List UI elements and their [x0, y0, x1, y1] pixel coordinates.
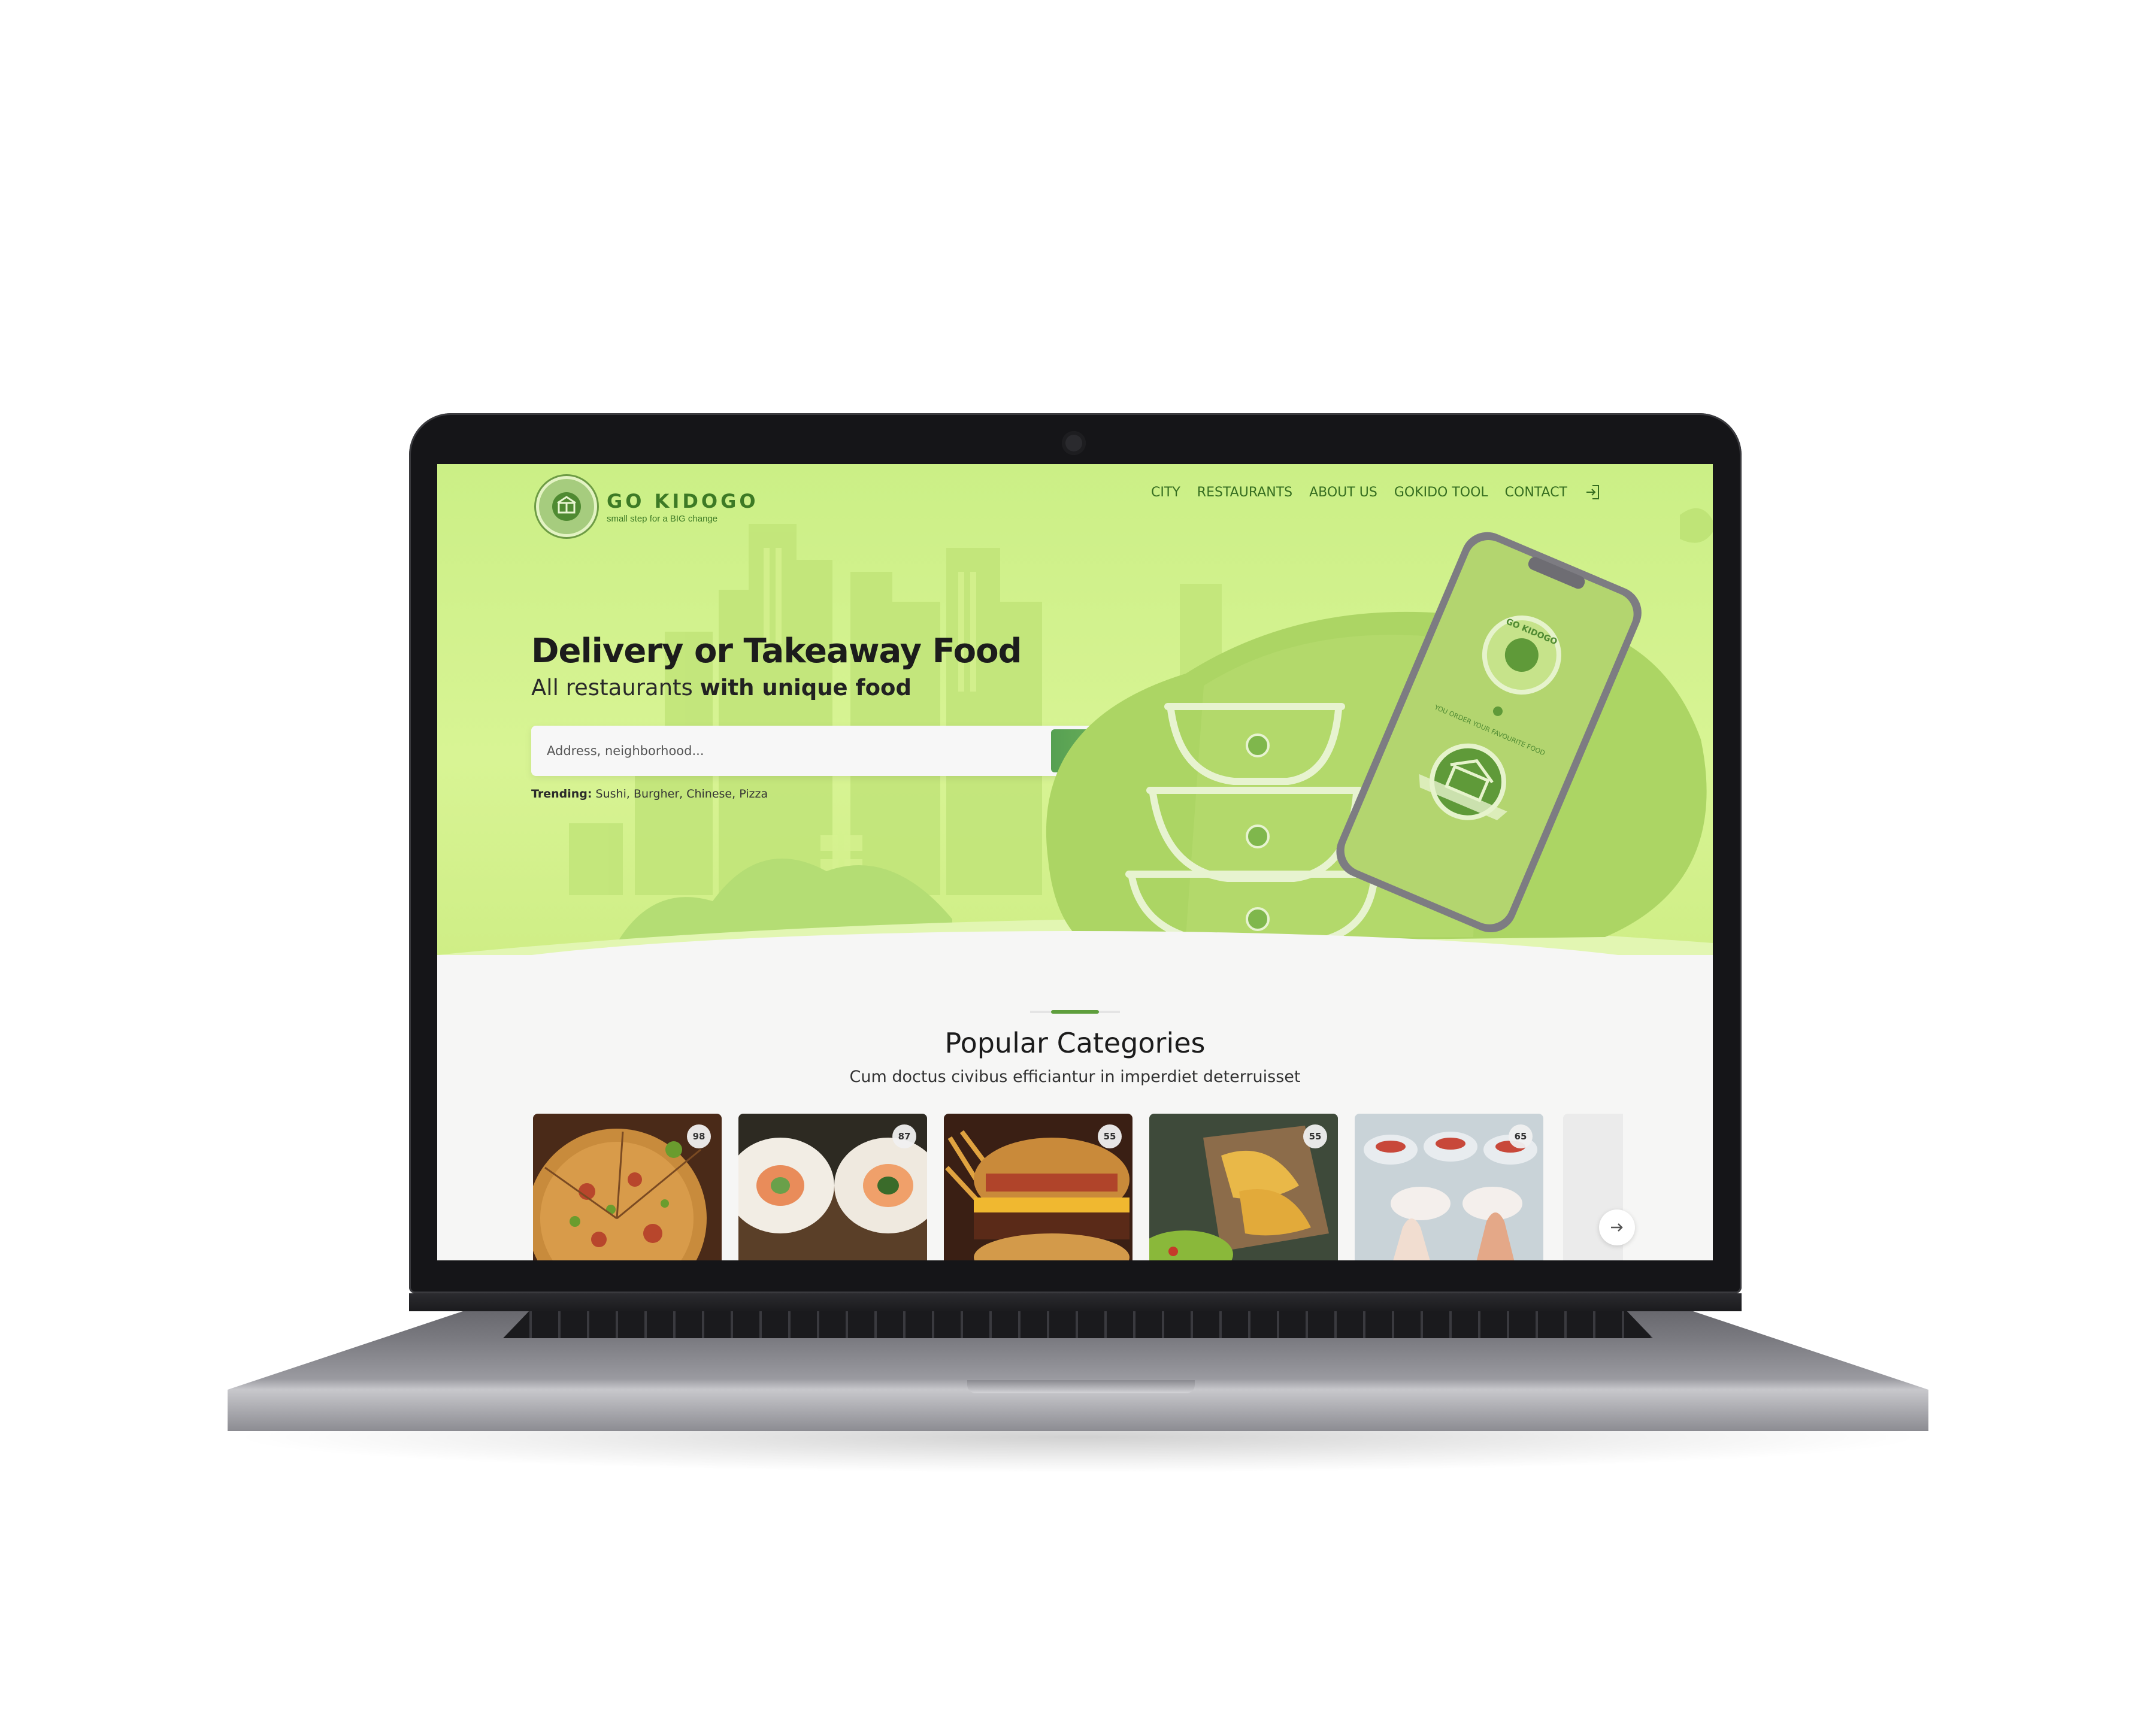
trending-link-sushi[interactable]: Sushi, — [596, 787, 630, 801]
laptop-notch — [967, 1380, 1195, 1393]
category-count-badge: 55 — [1098, 1124, 1122, 1148]
category-card-desserts[interactable]: 65 — [1355, 1114, 1543, 1260]
brand-tagline: small step for a BIG change — [607, 513, 718, 524]
category-count-badge: 87 — [892, 1124, 916, 1148]
section-subtitle: Cum doctus civibus efficiantur in imperd… — [849, 1068, 1301, 1086]
hero-title: Delivery or Takeaway Food — [531, 632, 1022, 671]
brand-logo[interactable]: GO KIDOGO small step for a BIG change — [536, 476, 759, 537]
login-icon[interactable] — [1584, 483, 1602, 501]
category-count-badge: 98 — [687, 1124, 711, 1148]
main-nav: CITY RESTAURANTS ABOUT US GOKIDO TOOL CO… — [1151, 483, 1602, 501]
category-card-sushi[interactable]: 87 — [738, 1114, 927, 1260]
carousel-next-button[interactable] — [1599, 1209, 1635, 1245]
logo-badge-icon — [536, 476, 597, 537]
category-count-badge: 55 — [1303, 1124, 1327, 1148]
category-card-pizza[interactable]: 98 — [533, 1114, 722, 1260]
nav-item-restaurants[interactable]: RESTAURANTS — [1197, 485, 1292, 500]
trending-link-chinese[interactable]: Chinese, — [686, 787, 735, 801]
trending-link-burgher[interactable]: Burgher, — [634, 787, 683, 801]
brand-name: GO KIDOGO — [607, 489, 759, 513]
nav-item-city[interactable]: CITY — [1151, 485, 1180, 500]
category-carousel: 98 87 55 55 65 — [533, 1114, 1623, 1260]
laptop-hinge — [409, 1293, 1742, 1311]
webcam-icon — [1062, 431, 1086, 455]
phone-bowls-illustration: GO KIDOGO YOU ORDER YOUR FAVOURITE FOOD — [1046, 532, 1707, 943]
section-title: Popular Categories — [944, 1027, 1206, 1059]
nav-item-about-us[interactable]: ABOUT US — [1309, 485, 1377, 500]
hero-section: GO KIDOGO small step for a BIG change CI… — [437, 464, 1713, 1015]
category-card-burger[interactable]: 55 — [944, 1114, 1132, 1260]
browser-viewport: GO KIDOGO small step for a BIG change CI… — [437, 464, 1713, 1260]
hero-subtitle: All restaurants with unique food — [531, 675, 912, 701]
arrow-right-icon — [1611, 1223, 1623, 1232]
nav-item-gokido-tool[interactable]: GOKIDO TOOL — [1394, 485, 1488, 500]
trending-label: Trending: — [531, 787, 592, 801]
section-divider-accent — [1051, 1010, 1099, 1014]
trending-link-pizza[interactable]: Pizza — [739, 787, 768, 801]
address-search-input[interactable] — [531, 726, 1046, 776]
category-card-mexican[interactable]: 55 — [1149, 1114, 1338, 1260]
category-count-badge: 65 — [1509, 1124, 1533, 1148]
hero-subtitle-bold: with unique food — [700, 675, 912, 701]
hero-subtitle-light: All restaurants — [531, 675, 700, 701]
trending-searches: Trending: Sushi, Burgher, Chinese, Pizza — [531, 787, 768, 801]
nav-item-contact[interactable]: CONTACT — [1505, 485, 1567, 500]
